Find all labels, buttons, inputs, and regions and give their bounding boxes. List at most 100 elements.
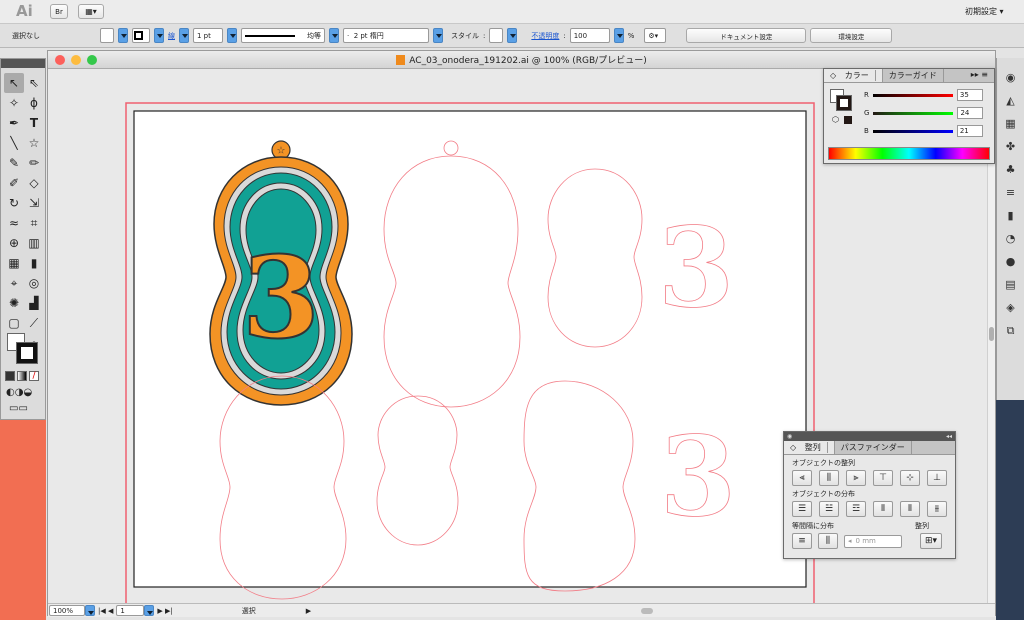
stroke-weight-field[interactable]: 1 pt bbox=[193, 28, 223, 43]
g-slider[interactable] bbox=[873, 111, 954, 115]
symbol-sprayer-icon[interactable]: ✺ bbox=[4, 293, 24, 313]
zoom-dropdown-icon[interactable] bbox=[85, 605, 95, 616]
gradient-mode-icon[interactable] bbox=[17, 371, 27, 381]
layers-icon[interactable]: ◈ bbox=[1006, 296, 1014, 319]
magic-wand-icon[interactable]: ✧ bbox=[4, 93, 24, 113]
pen-icon[interactable]: ✒ bbox=[4, 113, 24, 133]
align-hcenter-icon[interactable]: ⫼ bbox=[819, 470, 839, 486]
web-color-swatch[interactable] bbox=[844, 116, 852, 124]
align-right-icon[interactable]: ⫸ bbox=[846, 470, 866, 486]
graphic-styles-icon[interactable]: ▤ bbox=[1005, 273, 1015, 296]
opacity-field[interactable]: 100 bbox=[569, 28, 610, 43]
align-to-dropdown-icon[interactable]: ⊞▾ bbox=[920, 533, 942, 549]
opacity-dropdown-icon[interactable] bbox=[613, 28, 624, 43]
artboard-number-field[interactable]: 1 bbox=[116, 605, 145, 616]
zoom-field[interactable]: 100% bbox=[49, 605, 85, 616]
column-graph-icon[interactable]: ▟ bbox=[24, 293, 44, 313]
variable-width-field[interactable]: 均等 bbox=[241, 28, 325, 43]
out-of-web-icon[interactable]: ⬡ bbox=[832, 115, 839, 124]
none-mode-icon[interactable]: / bbox=[29, 371, 39, 381]
rotate-icon[interactable]: ↻ bbox=[4, 193, 24, 213]
dist-hcenter-icon[interactable]: ⦀ bbox=[900, 501, 920, 517]
stroke-stepper[interactable] bbox=[179, 28, 189, 43]
dist-right-icon[interactable]: ⫵ bbox=[927, 501, 947, 517]
bridge-button[interactable]: Br bbox=[50, 4, 68, 19]
shape-builder-icon[interactable]: ⊕ bbox=[4, 233, 24, 253]
dist-hspace-icon[interactable]: ⫼ bbox=[818, 533, 838, 549]
stroke-link[interactable]: 線 bbox=[168, 31, 175, 41]
dist-left-icon[interactable]: ⫴ bbox=[873, 501, 893, 517]
minimize-icon[interactable] bbox=[71, 55, 81, 65]
align-top-icon[interactable]: ⊤ bbox=[873, 470, 893, 486]
stroke-swatch[interactable] bbox=[132, 28, 150, 43]
slice-icon[interactable]: ⟋ bbox=[24, 313, 44, 333]
stroke-profile-dropdown-icon[interactable] bbox=[329, 28, 339, 43]
tab-pathfinder[interactable]: パスファインダー bbox=[835, 441, 912, 454]
artboard-nav-next-icon[interactable]: ▶ ▶| bbox=[157, 607, 172, 615]
opacity-link[interactable]: 不透明度 bbox=[531, 31, 559, 41]
blob-brush-icon[interactable]: ✐ bbox=[4, 173, 24, 193]
brushes-icon[interactable]: ✤ bbox=[1006, 135, 1015, 158]
dist-vcenter-icon[interactable]: ☱ bbox=[819, 501, 839, 517]
star-icon[interactable]: ☆ bbox=[24, 133, 44, 153]
zoom-window-icon[interactable] bbox=[87, 55, 97, 65]
dist-top-icon[interactable]: ☰ bbox=[792, 501, 812, 517]
arrange-documents-button[interactable]: ▦▾ bbox=[78, 4, 104, 19]
brush-icon[interactable]: ✎ bbox=[4, 153, 24, 173]
appearance-icon[interactable]: ● bbox=[1006, 250, 1016, 273]
free-transform-icon[interactable]: ⌗ bbox=[24, 213, 44, 233]
swatches-icon[interactable]: ▦ bbox=[1005, 112, 1015, 135]
panel-menu-icon[interactable]: ▸▸ ≡ bbox=[965, 69, 994, 82]
artboards-icon[interactable]: ⧉ bbox=[1007, 319, 1015, 342]
color-guide-icon[interactable]: ◭ bbox=[1006, 89, 1014, 112]
symbols-icon[interactable]: ♣ bbox=[1006, 158, 1016, 181]
lasso-icon[interactable]: ϕ bbox=[24, 93, 44, 113]
b-value-field[interactable]: 21 bbox=[956, 125, 983, 137]
number-badge[interactable]: ☆ 3 bbox=[209, 140, 353, 406]
artboard-dropdown-icon[interactable] bbox=[144, 605, 155, 616]
tab-color-guide[interactable]: カラーガイド bbox=[883, 69, 944, 82]
align-vcenter-icon[interactable]: ⊹ bbox=[900, 470, 920, 486]
eyedropper-icon[interactable]: ⌖ bbox=[4, 273, 24, 293]
spacing-value-field[interactable]: ◂ 0 mm bbox=[844, 534, 902, 548]
color-mode-icon[interactable] bbox=[5, 371, 15, 381]
graphic-style-swatch[interactable] bbox=[489, 28, 504, 43]
r-slider[interactable] bbox=[872, 93, 953, 97]
fill-swatch[interactable] bbox=[100, 28, 114, 43]
perspective-icon[interactable]: ▥ bbox=[24, 233, 44, 253]
brush-field[interactable]: · 2 pt 楕円 bbox=[343, 28, 429, 43]
align-bottom-icon[interactable]: ⊥ bbox=[927, 470, 947, 486]
direct-selection-icon[interactable]: ⇖ bbox=[24, 73, 44, 93]
document-setup-button[interactable]: ドキュメント設定 bbox=[686, 28, 807, 43]
vertical-scroll-thumb[interactable] bbox=[989, 327, 994, 341]
warp-icon[interactable]: ≈ bbox=[4, 213, 24, 233]
recolor-button[interactable]: ⚙▾ bbox=[644, 28, 667, 43]
line-icon[interactable]: ╲ bbox=[4, 133, 24, 153]
draw-mode-icons[interactable]: ◐◑◒ bbox=[6, 387, 32, 398]
gradient-panel-icon[interactable]: ▮ bbox=[1007, 204, 1013, 227]
fill-dropdown-icon[interactable] bbox=[118, 28, 128, 43]
status-menu-icon[interactable]: ▶ bbox=[306, 607, 311, 615]
scale-icon[interactable]: ⇲ bbox=[24, 193, 44, 213]
b-slider[interactable] bbox=[872, 129, 953, 133]
stroke-weight-dropdown-icon[interactable] bbox=[227, 28, 237, 43]
stroke-panel-icon[interactable]: ≡ bbox=[1006, 181, 1015, 204]
g-value-field[interactable]: 24 bbox=[957, 107, 984, 119]
screen-mode-icon[interactable]: ▭▭ bbox=[9, 403, 28, 414]
gradient-icon[interactable]: ▮ bbox=[24, 253, 44, 273]
color-spectrum[interactable] bbox=[828, 147, 990, 160]
tab-color[interactable]: ◇ カラー bbox=[824, 69, 883, 82]
close-icon[interactable] bbox=[55, 55, 65, 65]
blend-icon[interactable]: ◎ bbox=[24, 273, 44, 293]
transparency-icon[interactable]: ◔ bbox=[1006, 227, 1016, 250]
preferences-button[interactable]: 環境設定 bbox=[810, 28, 893, 43]
horizontal-scroll-thumb[interactable] bbox=[641, 607, 654, 614]
artboard-nav-prev-icon[interactable]: |◀ ◀ bbox=[98, 607, 113, 615]
stroke-color-box[interactable] bbox=[16, 342, 38, 364]
color-panel-icon[interactable]: ◉ bbox=[1006, 66, 1016, 89]
workspace-switcher[interactable]: 初期設定 ▾ bbox=[965, 6, 1004, 17]
brush-dropdown-icon[interactable] bbox=[433, 28, 443, 43]
type-icon[interactable]: T bbox=[24, 113, 44, 133]
tab-align[interactable]: ◇ 整列 bbox=[784, 441, 835, 454]
r-value-field[interactable]: 35 bbox=[956, 89, 983, 101]
